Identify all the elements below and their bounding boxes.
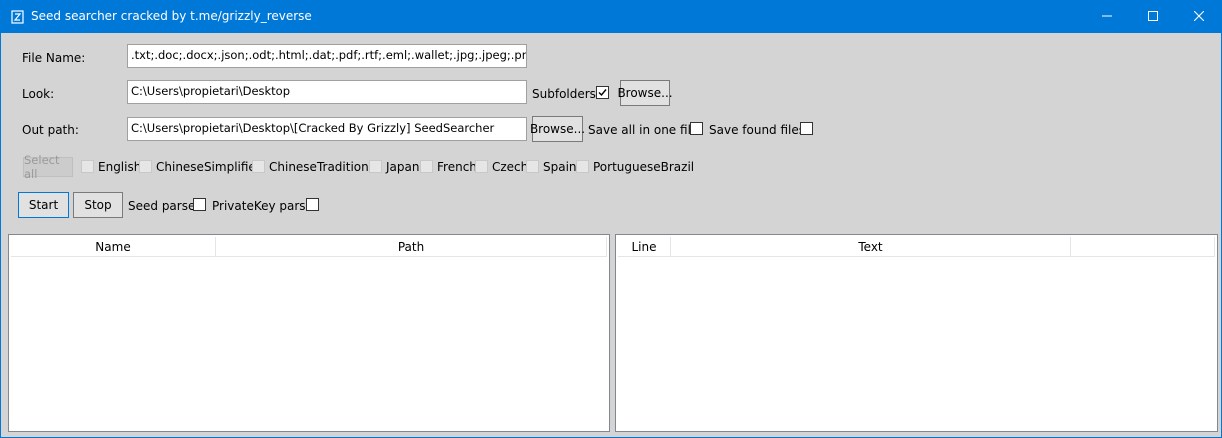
lang-japan-checkbox[interactable]	[369, 160, 382, 173]
column-header-name[interactable]: Name	[11, 237, 216, 257]
maximize-button[interactable]	[1130, 1, 1176, 33]
minimize-icon	[1102, 10, 1112, 24]
seed-parse-label: Seed parse	[128, 199, 196, 213]
save-found-checkbox[interactable]	[800, 122, 813, 135]
privatekey-parse-label: PrivateKey parse	[212, 199, 313, 213]
column-header-filler	[1071, 237, 1215, 257]
start-button[interactable]: Start	[18, 192, 69, 218]
column-header-path[interactable]: Path	[216, 237, 607, 257]
subfolders-label: Subfolders	[532, 87, 596, 101]
lang-english-label: English	[98, 160, 142, 174]
lang-spain-checkbox[interactable]	[526, 160, 539, 173]
column-header-text[interactable]: Text	[671, 237, 1071, 257]
privatekey-parse-checkbox[interactable]	[306, 198, 319, 211]
seed-parse-checkbox[interactable]	[193, 198, 206, 211]
close-button[interactable]	[1176, 1, 1222, 33]
lang-chinese-traditional-checkbox[interactable]	[252, 160, 265, 173]
look-path-input[interactable]: C:\Users\propietari\Desktop	[127, 80, 527, 104]
save-all-checkbox[interactable]	[690, 122, 703, 135]
lang-czech-label: Czech	[492, 160, 529, 174]
lang-japan-label: Japan	[386, 160, 420, 174]
lang-french-checkbox[interactable]	[420, 160, 433, 173]
close-icon	[1193, 10, 1205, 24]
maximize-icon	[1148, 10, 1158, 24]
out-path-input[interactable]: C:\Users\propietari\Desktop\[Cracked By …	[127, 117, 527, 141]
lang-spain-label: Spain	[543, 160, 577, 174]
lang-portuguese-brazil-label: PortugueseBrazil	[593, 160, 695, 174]
file-name-label: File Name:	[22, 51, 86, 65]
title-bar[interactable]: Seed searcher cracked by t.me/grizzly_re…	[1, 1, 1221, 33]
lang-chinese-simplified-checkbox[interactable]	[139, 160, 152, 173]
save-found-label: Save found files	[709, 123, 806, 137]
results-table[interactable]: Line Text	[615, 234, 1218, 432]
select-all-button[interactable]: Select all	[23, 153, 73, 181]
browse-look-button[interactable]: Browse...	[617, 80, 673, 106]
browse-out-button[interactable]: Browse...	[530, 116, 585, 142]
lang-czech-checkbox[interactable]	[475, 160, 488, 173]
minimize-button[interactable]	[1084, 1, 1130, 33]
column-header-line[interactable]: Line	[618, 237, 671, 257]
subfolders-checkbox[interactable]	[596, 86, 609, 99]
app-icon	[11, 10, 24, 24]
lang-chinese-traditional-label: ChineseTraditional	[269, 160, 380, 174]
stop-button[interactable]: Stop	[73, 192, 123, 218]
lang-chinese-simplified-label: ChineseSimplified	[156, 160, 264, 174]
files-table[interactable]: Name Path	[8, 234, 610, 432]
file-name-input[interactable]: .txt;.doc;.docx;.json;.odt;.html;.dat;.p…	[127, 44, 527, 68]
app-window: Seed searcher cracked by t.me/grizzly_re…	[0, 0, 1222, 438]
lang-portuguese-brazil-checkbox[interactable]	[576, 160, 589, 173]
look-label: Look:	[22, 87, 55, 101]
out-path-label: Out path:	[22, 123, 79, 137]
save-all-label: Save all in one file	[588, 123, 699, 137]
window-title: Seed searcher cracked by t.me/grizzly_re…	[31, 9, 312, 23]
lang-french-label: French	[437, 160, 477, 174]
lang-english-checkbox[interactable]	[81, 160, 94, 173]
